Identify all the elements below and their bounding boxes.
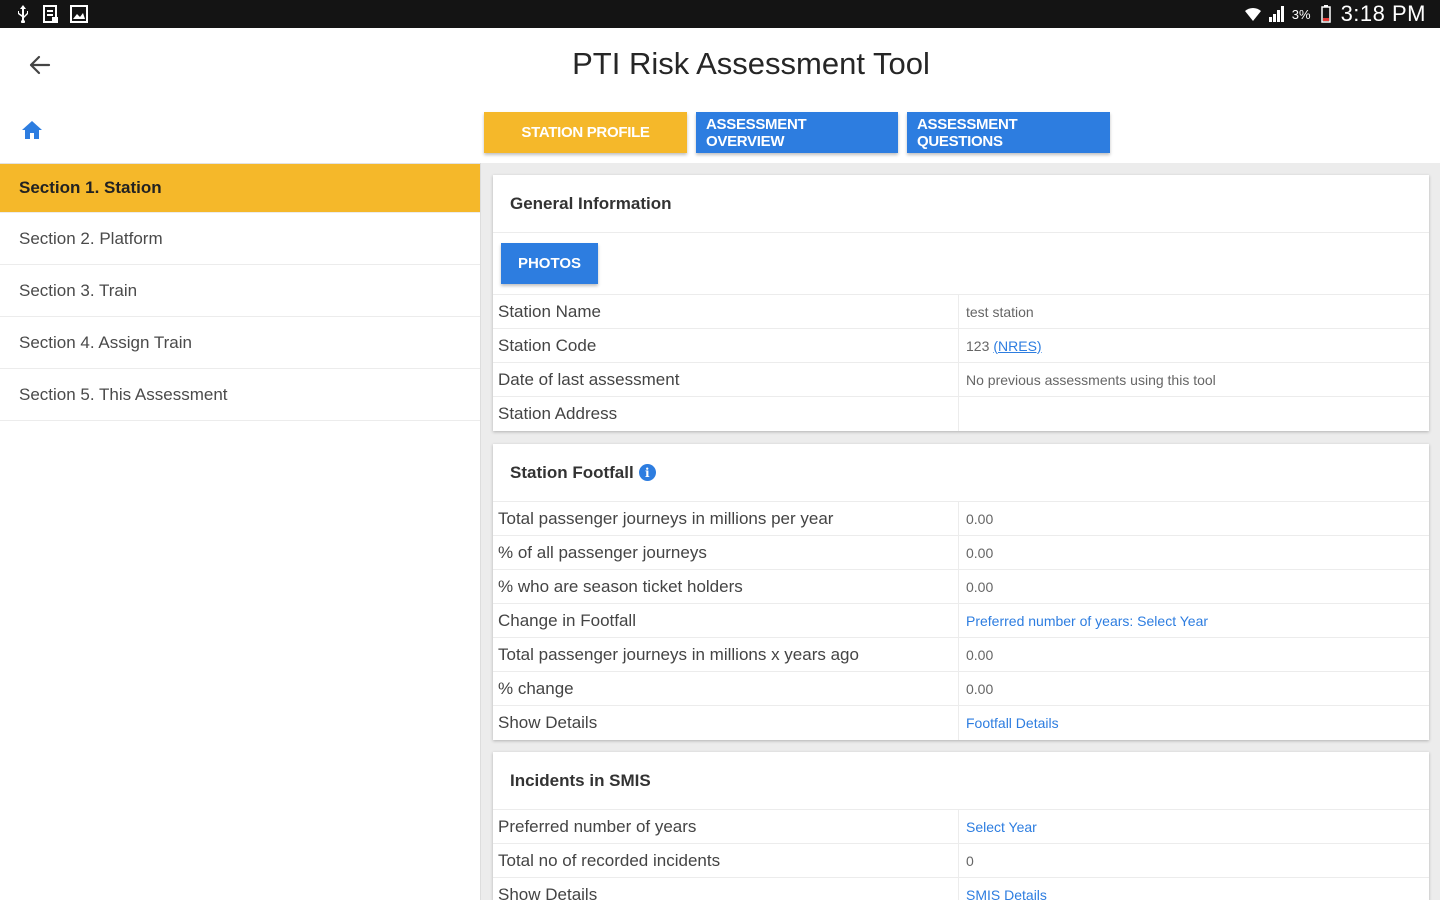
table-row: Preferred number of years Select Year [493,810,1429,844]
sidebar-item-this-assessment[interactable]: Section 5. This Assessment [0,369,480,421]
nres-link[interactable]: (NRES) [993,338,1041,354]
row-label: Station Name [493,295,959,328]
status-bar-right: 3% 3:18 PM [1244,1,1426,27]
info-icon[interactable]: i [638,464,656,481]
row-label: % who are season ticket holders [493,570,959,603]
row-value [959,397,1429,431]
table-row: Date of last assessment No previous asse… [493,363,1429,397]
row-value: 0.00 [966,680,994,697]
row-value: 0.00 [966,646,994,663]
status-time: 3:18 PM [1340,1,1426,26]
wifi-icon [1244,5,1262,23]
row-label: Show Details [493,878,959,900]
incidents-smis-card: Incidents in SMIS Preferred number of ye… [493,752,1429,900]
smis-details-link[interactable]: SMIS Details [966,887,1047,900]
sidebar: Section 1. Station Section 2. Platform S… [0,163,480,900]
row-value-cell: 123 (NRES) [959,329,1429,362]
sidebar-item-train[interactable]: Section 3. Train [0,265,480,317]
tab-station-profile[interactable]: STATION PROFILE [484,112,687,153]
row-value-cell: Select Year [959,810,1429,843]
row-label: Total passenger journeys in millions per… [493,502,959,535]
image-icon [70,5,88,23]
row-label: % change [493,672,959,705]
home-icon [22,121,42,139]
main-content: General Information PHOTOS Station Name … [480,163,1440,900]
table-row: % who are season ticket holders 0.00 [493,570,1429,604]
row-value-cell: Preferred number of years: Select Year [959,604,1429,637]
signal-icon [1268,5,1286,23]
tab-bar: STATION PROFILE ASSESSMENT OVERVIEW ASSE… [484,112,1110,153]
battery-icon [1317,5,1335,23]
table-row: % of all passenger journeys 0.00 [493,536,1429,570]
row-value-cell: Footfall Details [959,706,1429,740]
station-footfall-title: Station Footfall [510,462,634,482]
status-bar-left [14,5,88,23]
row-label: Total passenger journeys in millions x y… [493,638,959,671]
row-value: test station [966,303,1034,320]
photos-row: PHOTOS [493,233,1429,295]
usb-icon [14,5,32,23]
station-footfall-header: Station Footfall i [493,444,1429,502]
table-row: % change 0.00 [493,672,1429,706]
row-label: Station Code [493,329,959,362]
app-bar: PTI Risk Assessment Tool [0,28,1440,100]
row-value: 0.00 [966,510,994,527]
row-label: Total no of recorded incidents [493,844,959,877]
row-value: 0.00 [966,578,994,595]
row-label: Date of last assessment [493,363,959,396]
table-row: Total no of recorded incidents 0 [493,844,1429,878]
table-row: Show Details SMIS Details [493,878,1429,900]
incidents-smis-title: Incidents in SMIS [493,752,1429,810]
row-value: 0 [966,852,974,869]
sidebar-item-assign-train[interactable]: Section 4. Assign Train [0,317,480,369]
row-label: Station Address [493,397,959,431]
footfall-details-link[interactable]: Footfall Details [966,715,1059,731]
tab-assessment-questions[interactable]: ASSESSMENT QUESTIONS [907,112,1110,153]
table-row: Show Details Footfall Details [493,706,1429,740]
sidebar-item-platform[interactable]: Section 2. Platform [0,213,480,265]
photos-button[interactable]: PHOTOS [501,243,598,284]
app-root: 3% 3:18 PM PTI Risk Assessment Tool STAT… [0,0,1440,900]
row-label: % of all passenger journeys [493,536,959,569]
row-value: No previous assessments using this tool [966,371,1216,388]
tab-assessment-overview[interactable]: ASSESSMENT OVERVIEW [696,112,898,153]
table-row: Station Name test station [493,295,1429,329]
select-year-link[interactable]: Preferred number of years: Select Year [966,613,1208,629]
file-icon [42,5,60,23]
general-information-title: General Information [493,175,1429,233]
row-label: Show Details [493,706,959,740]
table-row: Total passenger journeys in millions per… [493,502,1429,536]
sidebar-item-station[interactable]: Section 1. Station [0,164,480,213]
station-code-value: 123 [966,337,990,354]
row-label: Change in Footfall [493,604,959,637]
general-information-card: General Information PHOTOS Station Name … [493,175,1429,431]
station-footfall-card: Station Footfall i Total passenger journ… [493,444,1429,740]
select-year-link[interactable]: Select Year [966,819,1037,835]
table-row: Total passenger journeys in millions x y… [493,638,1429,672]
table-row: Station Code 123 (NRES) [493,329,1429,363]
row-value-cell: SMIS Details [959,878,1429,900]
row-value: 0.00 [966,544,994,561]
table-row: Change in Footfall Preferred number of y… [493,604,1429,638]
status-bar: 3% 3:18 PM [0,0,1440,28]
battery-percent: 3% [1291,6,1311,22]
row-label: Preferred number of years [493,810,959,843]
app-title: PTI Risk Assessment Tool [572,46,930,81]
home-button[interactable] [20,118,46,146]
table-row: Station Address [493,397,1429,431]
